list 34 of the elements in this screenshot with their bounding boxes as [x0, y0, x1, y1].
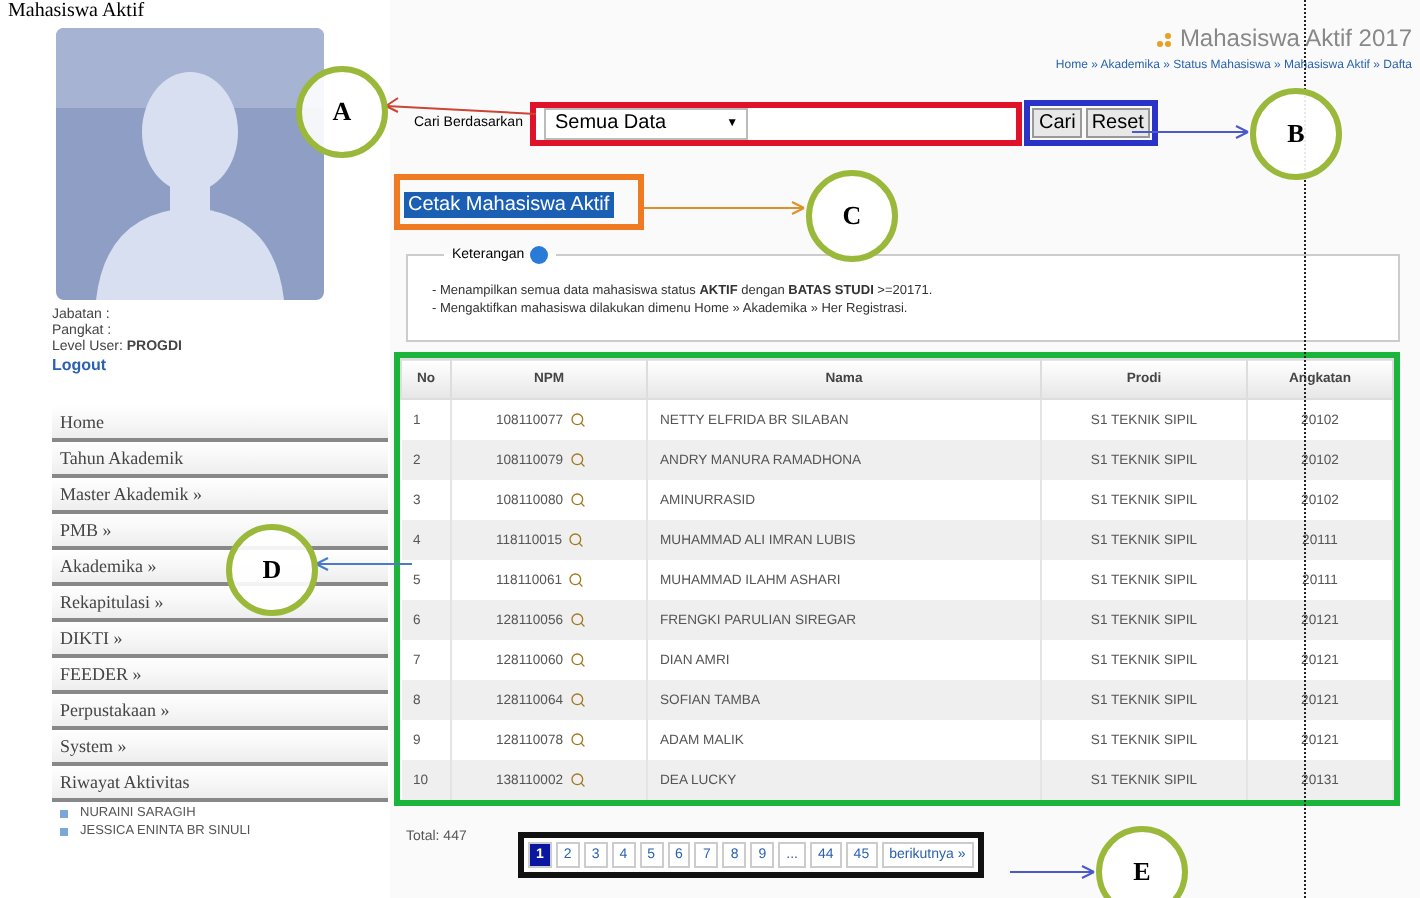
annotation-marker: E [1096, 826, 1188, 898]
search-icon[interactable] [569, 772, 586, 788]
search-icon[interactable] [569, 692, 586, 708]
page-heading: Mahasiswa Aktif 2017 [1179, 24, 1412, 52]
menu-item[interactable]: Master Akademik » [52, 478, 388, 514]
print-button[interactable]: Cetak Mahasiswa Aktif [404, 192, 614, 218]
menu-item[interactable]: Tahun Akademik [52, 442, 388, 478]
logout-link[interactable]: Logout [52, 356, 390, 374]
menu-item[interactable]: Riwayat Aktivitas [52, 766, 388, 802]
annotation-arrow [1132, 126, 1248, 138]
page-title: Mahasiswa Aktif [8, 0, 147, 24]
help-icon[interactable] [530, 246, 549, 264]
search-icon[interactable] [569, 612, 586, 628]
menu-item[interactable]: System » [52, 730, 388, 766]
dots-icon [1155, 29, 1174, 47]
menu-item[interactable]: FEEDER » [52, 658, 388, 694]
search-icon[interactable] [568, 572, 585, 588]
search-icon[interactable] [568, 532, 585, 548]
search-icon[interactable] [569, 412, 586, 428]
search-icon[interactable] [569, 652, 586, 668]
bullet-icon [60, 809, 68, 817]
search-icon[interactable] [569, 492, 586, 508]
search-button[interactable]: Cari [1032, 108, 1082, 138]
search-icon[interactable] [569, 452, 586, 468]
menu-item[interactable]: Home [52, 406, 388, 442]
annotation-arrow [1010, 866, 1094, 878]
annotation-arrow [316, 558, 412, 570]
search-icon[interactable] [569, 732, 586, 748]
menu-item[interactable]: DIKTI » [52, 622, 388, 658]
menu-item[interactable]: Perpustakaan » [52, 694, 388, 730]
bullet-icon [60, 827, 68, 835]
annotation-marker: C [806, 170, 898, 262]
reset-button[interactable]: Reset [1085, 108, 1150, 138]
annotation-marker: B [1250, 88, 1342, 180]
